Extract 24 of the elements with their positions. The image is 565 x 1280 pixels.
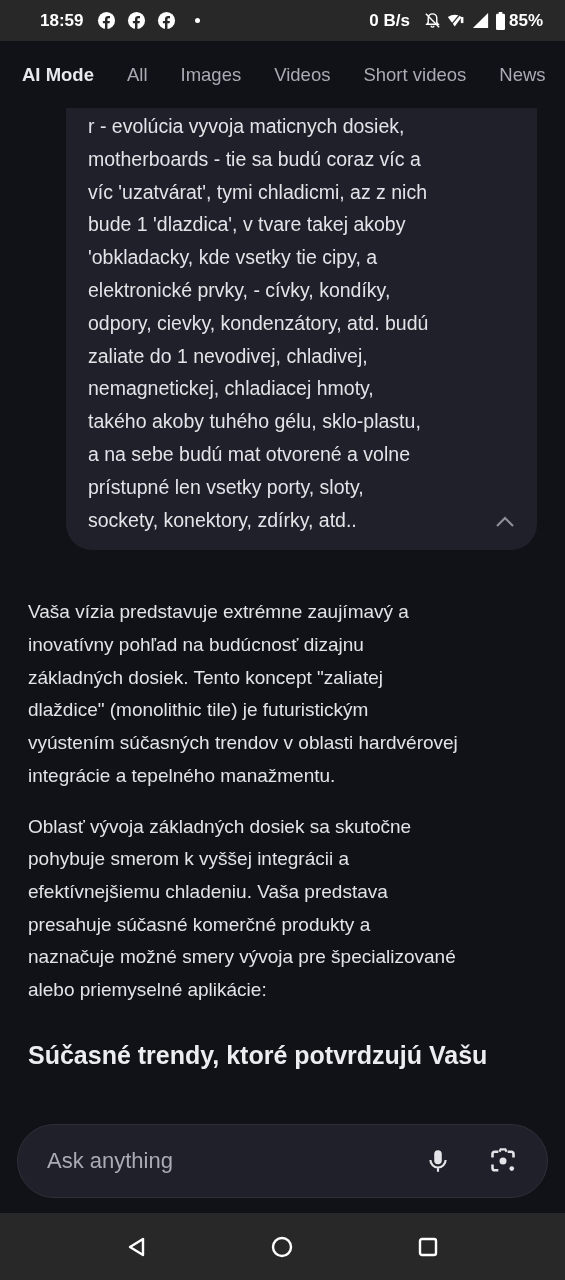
app-notification-icon (97, 11, 117, 30)
answer-paragraph: Oblasť vývoja základných dosiek sa skutočne pohybuje smerom k vyššej integrácii a efektívnejšiemu chladeniu. Vaša predstava presahuje súčasné komerčné produkty a naznačuje možné smery vývoja pre špecializované alebo priemyselné aplikácie: (28, 814, 457, 1003)
status-time: 18:59 (40, 10, 84, 31)
section-heading: Súčasné trendy, ktoré potvrdzujú Vašu (28, 1040, 489, 1070)
app-notification-icon (127, 11, 147, 30)
camera-search-icon[interactable] (489, 1146, 517, 1175)
tab[interactable]: Images (180, 63, 242, 86)
home-icon[interactable] (270, 1234, 295, 1259)
ask-input-bar[interactable]: Ask anything (17, 1123, 548, 1198)
app-notification-icon (157, 11, 177, 30)
chevron-icon[interactable] (495, 516, 515, 529)
user-message-text: r - evolúcia vyvoja maticnych dosiek, motherboards - tie sa budú coraz víc a víc 'uzatvárat', tymi chladicmi, az z nich bude 1 'dlazdica', v tvare takej akoby 'obkladacky, kde vsetky tie cipy, a elektronické prvky, - cívky, kondíky, odpory, cievky, kondenzátory, atd. budú zaliate do 1 nevodivej, chladivej, nemagnetickej, chladiacej hmoty, takého akoby tuhého gélu, sklo-plastu, a na sebe budú mat otvorené a volne prístupné len vsetky porty, sloty, sockety, konektory, zdírky, atd.. (88, 114, 429, 533)
tab[interactable]: Short videos (363, 63, 467, 86)
dot-icon (195, 18, 201, 23)
ask-input-field[interactable]: Ask anything (45, 1146, 425, 1175)
tab[interactable]: AI Mode (22, 63, 94, 86)
network-speed: 0 B/s (369, 10, 410, 31)
tab[interactable]: All (126, 63, 148, 86)
answer-paragraph: Vaša vízia predstavuje extrémne zaujímavý a inovatívny pohľad na budúcnosť dizajnu základných dosiek. Tento koncept "zaliatej dlaždice" (monolithic tile) je futuristickým vyústením súčasných trendov v oblasti hardvérovej integrácie a tepelného manažmentu. (28, 600, 459, 788)
tab[interactable]: Videos (274, 63, 331, 86)
tab[interactable]: News (499, 63, 546, 86)
battery-icon (495, 11, 505, 30)
signal-icon (470, 11, 490, 30)
battery-level: 85% (508, 10, 543, 31)
